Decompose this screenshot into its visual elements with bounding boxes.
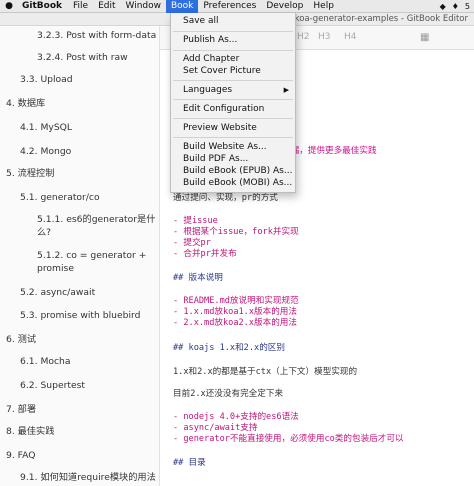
- dropbox-icon[interactable]: ◆: [440, 2, 446, 11]
- menu-item-build-website[interactable]: Build Website As...: [183, 142, 267, 153]
- menu-item-languages[interactable]: Languages: [183, 85, 232, 96]
- notification-badge[interactable]: 5: [465, 2, 470, 11]
- menu-edit[interactable]: Edit: [93, 0, 120, 13]
- menu-separator: [173, 137, 293, 138]
- toc-item[interactable]: 8. 最佳实践: [6, 426, 54, 438]
- toc-item[interactable]: 3.3. Upload: [20, 74, 73, 86]
- editor-line: - 提交pr: [173, 238, 211, 248]
- menu-item-save-all[interactable]: Save all: [183, 16, 218, 27]
- editor-line: 通过提问、实现，pr的方式: [173, 193, 278, 203]
- editor-heading: ## 目录: [173, 458, 206, 468]
- menu-item-build-pdf[interactable]: Build PDF As...: [183, 154, 248, 165]
- toc-item[interactable]: 3.2.3. Post with form-data: [37, 30, 156, 42]
- editor-heading: ## koajs 1.x和2.x的区别: [173, 343, 285, 353]
- menu-bar: ● GitBook File Edit Window Book Preferen…: [0, 0, 474, 13]
- editor-heading: ## 版本说明: [173, 273, 223, 283]
- editor-line: - nodejs 4.0+支持的es6语法: [173, 412, 299, 422]
- menu-window[interactable]: Window: [121, 0, 167, 13]
- toc-item[interactable]: 5.1.1. es6的generator是什: [37, 214, 155, 226]
- menu-help[interactable]: Help: [308, 0, 339, 13]
- toc-item[interactable]: 5.2. async/await: [20, 287, 95, 299]
- menu-preferences[interactable]: Preferences: [198, 0, 261, 13]
- editor-line: - async/await支持: [173, 423, 258, 433]
- toc-item[interactable]: 4.1. MySQL: [20, 122, 72, 134]
- submenu-arrow-icon: ▶: [283, 86, 289, 94]
- editor-line: - 2.x.md放koa2.x版本的用法: [173, 318, 297, 328]
- toc-item[interactable]: 5. 流程控制: [6, 168, 54, 180]
- toc-item[interactable]: 4. 数据库: [6, 98, 45, 110]
- toc-sidebar[interactable]: 3.2.3. Post with form-data 3.2.4. Post w…: [0, 26, 160, 486]
- toc-item-continued[interactable]: promise: [37, 263, 74, 275]
- toc-item[interactable]: 7. 部署: [6, 404, 36, 416]
- editor-line: - 合并pr并发布: [173, 249, 237, 259]
- menu-item-build-mobi[interactable]: Build eBook (MOBI) As...: [183, 178, 292, 189]
- toc-item[interactable]: 4.2. Mongo: [20, 146, 71, 158]
- menu-item-set-cover-picture[interactable]: Set Cover Picture: [183, 66, 261, 77]
- menu-separator: [173, 99, 293, 100]
- heading-3-button[interactable]: H3: [318, 32, 331, 42]
- toc-item[interactable]: 5.1.2. co = generator +: [37, 250, 146, 262]
- menu-book[interactable]: Book: [166, 0, 199, 13]
- menu-item-edit-configuration[interactable]: Edit Configuration: [183, 104, 264, 115]
- evernote-icon[interactable]: ♦: [452, 2, 459, 11]
- apple-icon[interactable]: ●: [0, 1, 18, 11]
- status-area: ◆ ♦ 5: [440, 2, 474, 11]
- toc-item[interactable]: 5.1. generator/co: [20, 192, 100, 204]
- toc-item[interactable]: 9. FAQ: [6, 450, 35, 462]
- app-name[interactable]: GitBook: [18, 1, 68, 11]
- window-title: koa-generator-examples - GitBook Editor: [294, 14, 468, 24]
- menu-separator: [173, 50, 293, 51]
- toc-item[interactable]: 6. 测试: [6, 334, 36, 346]
- menu-item-publish-as[interactable]: Publish As...: [183, 35, 237, 46]
- editor-line: - 根据某个issue，fork并实现: [173, 227, 299, 237]
- book-menu-dropdown: Save all Publish As... Add Chapter Set C…: [170, 13, 296, 193]
- heading-4-button[interactable]: H4: [344, 32, 357, 42]
- toc-item[interactable]: 9.1. 如何知道require模块的用法: [20, 472, 156, 484]
- editor-line: 补漏，提供更多最佳实践: [282, 146, 377, 156]
- heading-2-button[interactable]: H2: [297, 32, 310, 42]
- menu-separator: [173, 80, 293, 81]
- toc-item[interactable]: 3.2.4. Post with raw: [37, 52, 128, 64]
- editor-line: - 提issue: [173, 216, 218, 226]
- menu-separator: [173, 118, 293, 119]
- menu-item-add-chapter[interactable]: Add Chapter: [183, 54, 239, 65]
- menu-separator: [173, 31, 293, 32]
- editor-line: 目前2.x还没没有完全定下来: [173, 389, 284, 399]
- toc-item[interactable]: 6.2. Supertest: [20, 380, 85, 392]
- editor-line: 1.x和2.x的都是基于ctx（上下文）模型实现的: [173, 367, 358, 377]
- menu-item-preview-website[interactable]: Preview Website: [183, 123, 257, 134]
- table-icon[interactable]: ▦: [420, 33, 432, 43]
- toc-item-continued[interactable]: 么?: [37, 227, 51, 239]
- menu-file[interactable]: File: [68, 0, 93, 13]
- toc-item[interactable]: 5.3. promise with bluebird: [20, 310, 140, 322]
- menu-develop[interactable]: Develop: [261, 0, 308, 13]
- editor-line: - README.md放说明和实现规范: [173, 296, 299, 306]
- editor-line: - 1.x.md放koa1.x版本的用法: [173, 307, 297, 317]
- menu-item-build-epub[interactable]: Build eBook (EPUB) As...: [183, 166, 292, 177]
- editor-line: - generator不能直接使用，必须使用co类的包装后才可以: [173, 434, 404, 444]
- toc-item[interactable]: 6.1. Mocha: [20, 356, 71, 368]
